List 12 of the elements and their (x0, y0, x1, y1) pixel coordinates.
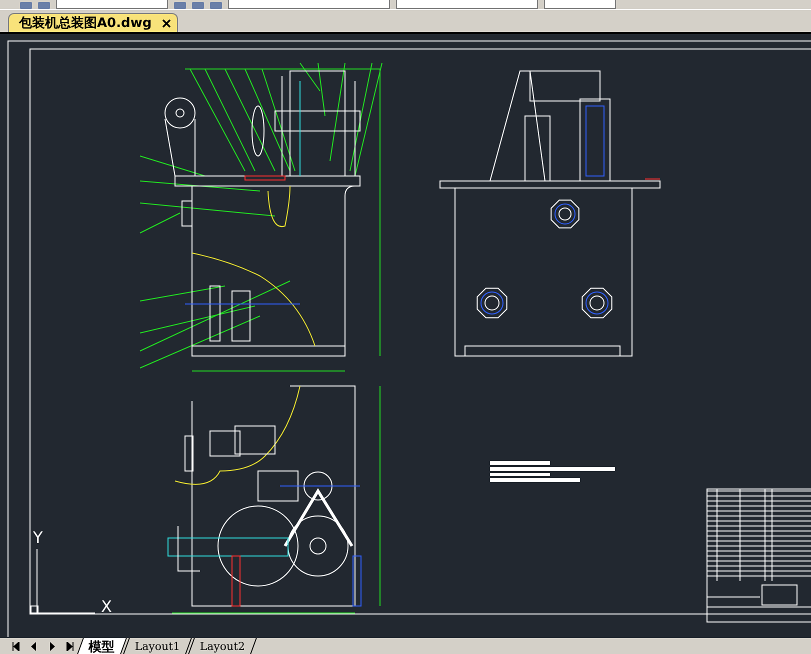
layout-tab[interactable]: 模型 (77, 638, 127, 654)
ucs-icon (30, 548, 96, 614)
layer-dropdown[interactable] (228, 0, 390, 9)
layout-tab[interactable]: Layout2 (188, 638, 258, 654)
axis-label: Y (33, 528, 43, 547)
layout-tab[interactable]: Layout1 (123, 638, 192, 654)
document-tab[interactable]: 包装机总装图A0.dwg (8, 13, 178, 32)
linetype-dropdown[interactable] (544, 0, 616, 9)
close-icon[interactable] (162, 18, 171, 28)
axis-label: X (101, 597, 112, 616)
dropdown-field[interactable] (56, 0, 168, 9)
color-dropdown[interactable] (396, 0, 538, 9)
